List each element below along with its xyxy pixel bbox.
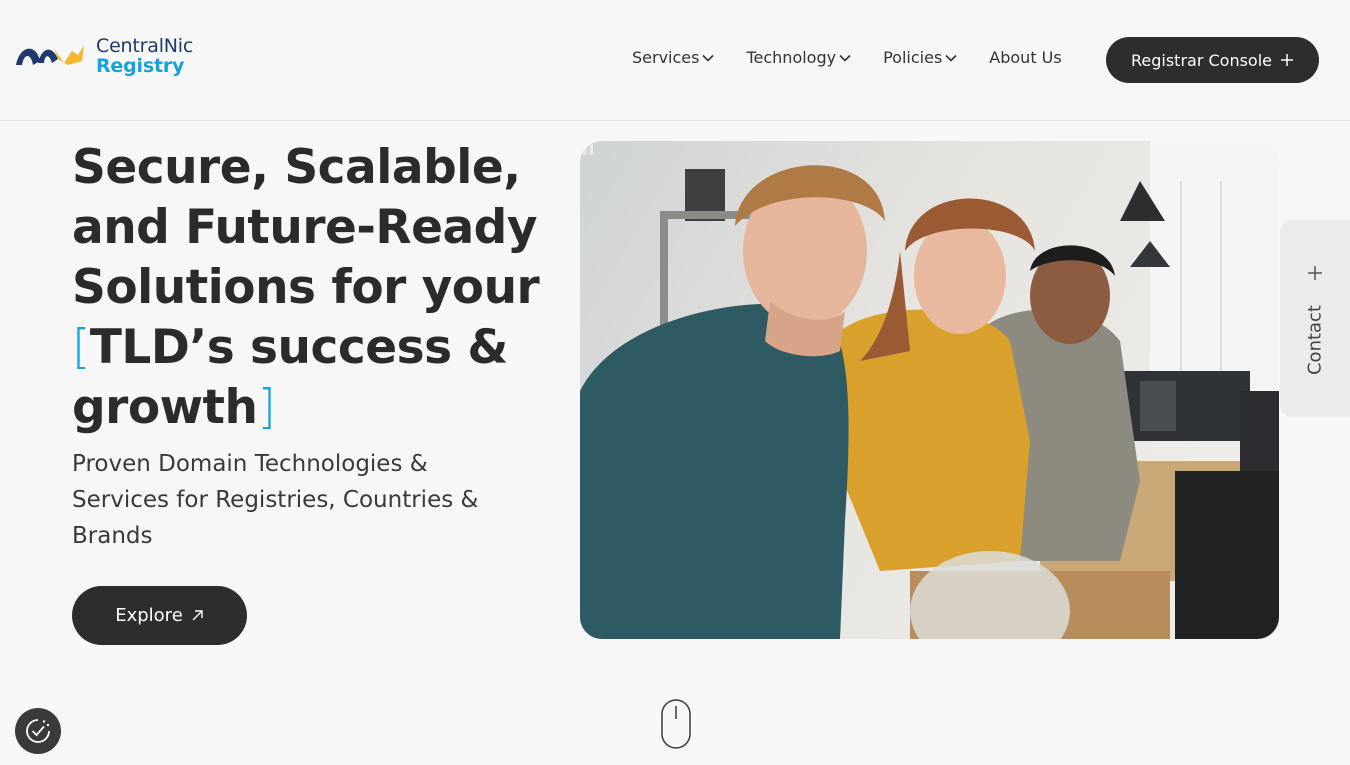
hero-photo-illustration [580,141,1279,639]
nav-item-about-us[interactable]: About Us [989,48,1061,67]
cookie-consent-icon [26,719,50,743]
nav-item-policies[interactable]: Policies [883,48,957,67]
hero-title-line-4: [TLD’s success & [72,318,542,378]
hero-title-line-3: Solutions for your [72,260,540,315]
logo-wordmark: CentralNic Registry [96,36,193,76]
mouse-scroll-icon [661,699,691,749]
hero-video[interactable] [580,141,1279,639]
bracket-open: [ [72,320,90,375]
hero-title: Secure, Scalable, and Future-Ready Solut… [72,138,542,438]
chevron-down-icon [839,54,851,62]
main-nav: Services Technology Policies About Us [632,48,1062,67]
nav-label-services: Services [632,48,700,67]
cookie-settings-button[interactable] [15,708,61,754]
hero-title-line-1: Secure, Scalable, [72,140,521,195]
plus-icon [1308,266,1322,280]
hero-title-line-2: and Future-Ready [72,200,537,255]
registrar-console-label: Registrar Console [1130,50,1272,70]
pause-icon[interactable] [580,141,596,157]
nav-label-about-us: About Us [989,48,1062,67]
chevron-down-icon [702,54,715,62]
hero-subtitle: Proven Domain Technologies & Services fo… [72,451,479,549]
contact-label: Contact [1304,304,1326,376]
nav-label-technology: Technology [746,48,837,67]
contact-side-tab[interactable]: Contact [1280,220,1350,417]
logo-mark-icon [16,45,84,65]
nav-item-services[interactable]: Services [632,48,715,67]
nav-label-policies: Policies [883,48,943,67]
hero-highlight-2: growth [72,380,258,435]
registrar-console-button[interactable]: Registrar Console [1106,37,1319,83]
logo-line-1: CentralNic [96,35,194,57]
chevron-down-icon [945,54,957,62]
logo-line-2: Registry [96,55,185,77]
site-header: CentralNic Registry Services Technology … [0,0,1350,121]
hero-title-line-5: growth] [72,378,542,438]
plus-icon [1281,54,1293,66]
nav-item-technology[interactable]: Technology [746,48,851,67]
explore-label: Explore [115,605,183,626]
brand-logo[interactable]: CentralNic Registry [16,36,193,76]
bracket-close: ] [257,380,276,435]
explore-button[interactable]: Explore [72,586,247,645]
hero-highlight-1: TLD’s success & [89,320,509,375]
arrow-up-right-icon [192,610,203,621]
